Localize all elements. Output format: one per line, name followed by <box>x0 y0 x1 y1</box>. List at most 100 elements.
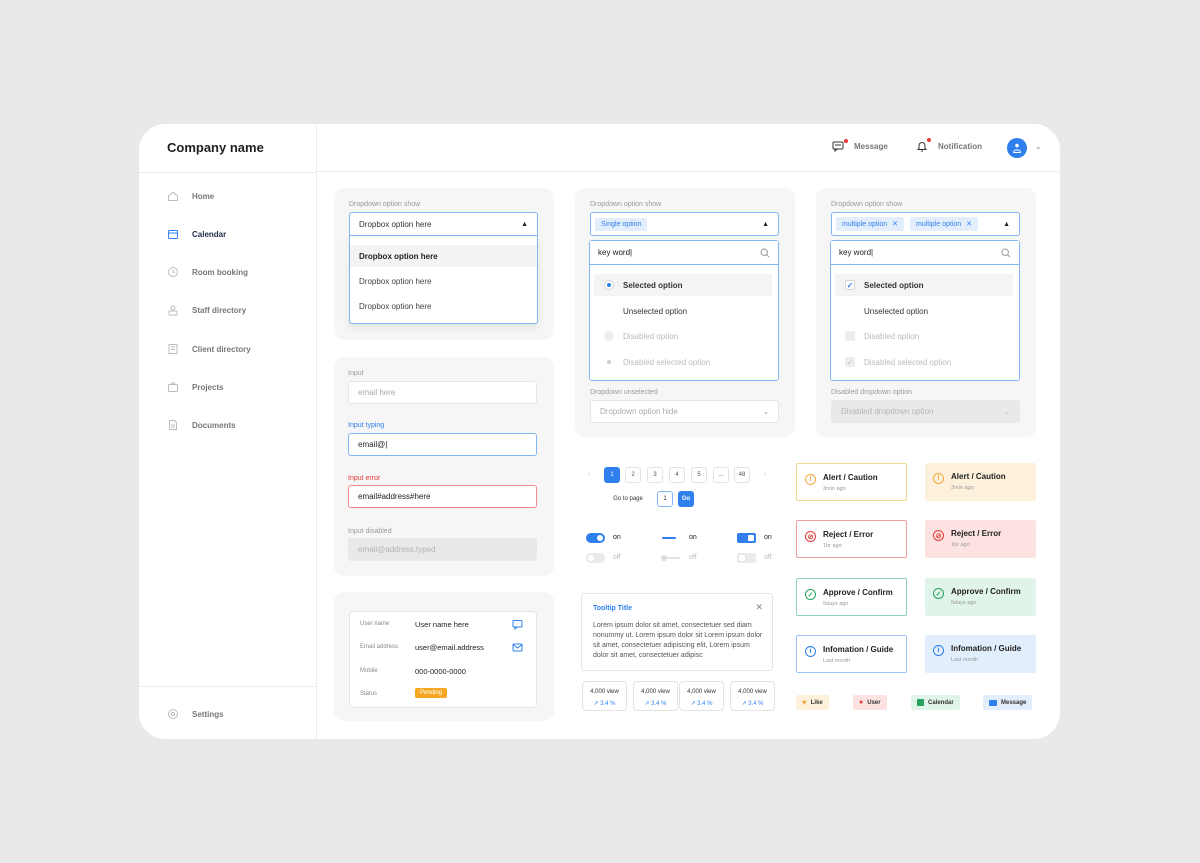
chip-like[interactable]: ♥ Like <box>796 695 829 710</box>
message-label: Message <box>854 141 888 151</box>
email-field-typing[interactable]: email@| <box>348 433 537 456</box>
pagination-next[interactable]: › <box>757 467 773 483</box>
goto-label: Go to page <box>613 496 643 502</box>
message-icon <box>832 141 844 152</box>
heart-icon: ♥ <box>802 698 807 707</box>
page-button[interactable]: 5 <box>691 467 707 483</box>
go-button[interactable]: Go <box>678 491 694 507</box>
app-window: Company name Home Calendar Room booking … <box>139 124 1060 739</box>
chip-message[interactable]: Message <box>983 695 1033 710</box>
checkbox[interactable] <box>845 306 855 316</box>
sidebar-item-calendar[interactable]: Calendar <box>167 226 226 242</box>
close-icon[interactable]: ✕ <box>755 602 763 613</box>
alert-title: Approve / Confirm <box>823 588 893 597</box>
page-button[interactable]: 48 <box>734 467 750 483</box>
sidebar-item-label: Documents <box>192 420 236 430</box>
chip-user[interactable]: ● User <box>853 695 887 710</box>
dropdown-select-closed[interactable]: Dropdown option hide ⌄ <box>590 400 779 423</box>
sidebar-item-home[interactable]: Home <box>167 188 214 204</box>
radio-button[interactable] <box>604 306 614 316</box>
alert-success-filled: ✓ Approve / Confirm 5days ago <box>925 578 1036 616</box>
alert-time: Last month <box>823 658 851 664</box>
radio-option[interactable]: Unselected option <box>594 300 772 322</box>
input-label: Input <box>348 370 364 377</box>
dropdown-placeholder: Dropdown option hide <box>600 407 678 416</box>
detail-value: user@email.address <box>415 643 484 652</box>
toggle-switch-on[interactable] <box>586 533 605 543</box>
sidebar-item-documents[interactable]: Documents <box>167 417 236 433</box>
page-button[interactable]: 2 <box>625 467 641 483</box>
status-badge: Pending <box>415 688 448 698</box>
multi-dropdown-select[interactable]: multiple option ✕ multiple option ✕ ▲ <box>831 212 1020 236</box>
notification-button[interactable]: Notification <box>916 138 982 152</box>
checkbox[interactable]: ✓ <box>845 280 855 290</box>
dropdown-select[interactable]: Dropbox option here ▲ <box>349 212 538 236</box>
radio-button[interactable] <box>604 280 614 290</box>
alert-title: Alert / Caution <box>951 472 1006 481</box>
square-toggle-off[interactable] <box>737 553 756 563</box>
close-icon[interactable]: ✕ <box>966 220 972 228</box>
mail-icon[interactable] <box>512 642 523 653</box>
square-toggle-on[interactable] <box>737 533 756 543</box>
clock-icon <box>168 267 178 277</box>
radio-option-disabled: Disabled option <box>594 325 772 347</box>
sidebar-item-client-directory[interactable]: Client directory <box>167 341 251 357</box>
close-icon[interactable]: ✕ <box>892 220 898 228</box>
avatar[interactable] <box>1007 138 1027 158</box>
option-label: Disabled option <box>623 331 679 341</box>
checkbox-option[interactable]: ✓ Selected option <box>835 274 1013 296</box>
option-label: Selected option <box>864 280 924 290</box>
toggle-switch-off[interactable] <box>586 553 605 563</box>
stat-value: 4,000 view <box>687 689 716 695</box>
company-name: Company name <box>167 140 264 155</box>
dropdown-menu: Dropbox option here Dropbox option here … <box>349 236 538 324</box>
stat-value: 4,000 view <box>641 689 670 695</box>
alert-time: Last month <box>951 657 979 663</box>
dropdown-menu: key word | ✓ Selected option Unselected o… <box>830 240 1020 381</box>
search-input[interactable]: key word | <box>831 241 1019 265</box>
bell-icon <box>916 142 928 152</box>
sidebar-item-staff-directory[interactable]: Staff directory <box>167 302 246 318</box>
single-select-card: Dropdown option show Single option ▲ key… <box>575 188 795 437</box>
option-label: Unselected option <box>864 306 929 316</box>
dropdown-label: Dropdown unselected <box>590 389 658 396</box>
goto-page-input[interactable]: 1 <box>657 491 673 507</box>
stat-change: ↗ 3.4 % <box>741 701 764 707</box>
sidebar-item-projects[interactable]: Projects <box>167 379 224 395</box>
building-icon <box>168 344 178 354</box>
chevron-down-icon[interactable]: ⌄ <box>1035 142 1042 151</box>
checkbox-option[interactable]: Unselected option <box>835 300 1013 322</box>
chevron-down-icon: ⌄ <box>763 408 769 416</box>
search-input[interactable]: key word | <box>590 241 778 265</box>
email-field-error[interactable]: email#address#here <box>348 485 537 508</box>
message-button[interactable]: Message <box>832 139 888 152</box>
chip-calendar[interactable]: Calendar <box>911 695 960 710</box>
input-error-label: Input error <box>348 475 381 482</box>
sidebar-item-room-booking[interactable]: Room booking <box>167 264 248 280</box>
alert-time: 1hr ago <box>951 542 970 548</box>
message-icon[interactable] <box>512 619 523 630</box>
alert-title: Reject / Error <box>823 530 874 539</box>
dropdown-option[interactable]: Dropbox option here <box>350 270 537 292</box>
sidebar: Company name Home Calendar Room booking … <box>139 124 317 739</box>
input-disabled-label: Input disabled <box>348 528 392 535</box>
sidebar-item-settings[interactable]: Settings <box>167 706 224 722</box>
dropdown-option[interactable]: Dropbox option here <box>350 245 537 267</box>
tooltip-title: Tooltip Title <box>593 605 633 612</box>
dropdown-card: Dropdown option show Dropbox option here… <box>334 188 554 340</box>
radio-option[interactable]: Selected option <box>594 274 772 296</box>
dropdown-label: Dropdown option show <box>590 201 662 208</box>
alert-title: Approve / Confirm <box>951 587 1021 596</box>
dropdown-select-disabled: Disabled dropdown option ⌄ <box>831 400 1020 423</box>
line-toggle-off[interactable] <box>661 555 680 561</box>
staff-icon <box>168 305 178 316</box>
stat-change: ↗ 3.4 % <box>644 701 667 707</box>
email-field[interactable]: email here <box>348 381 537 404</box>
pagination-prev[interactable]: ‹ <box>581 467 597 483</box>
page-button[interactable]: 1 <box>604 467 620 483</box>
line-toggle-on[interactable] <box>662 537 676 539</box>
dropdown-option[interactable]: Dropbox option here <box>350 295 537 317</box>
page-button[interactable]: 4 <box>669 467 685 483</box>
page-button[interactable]: 3 <box>647 467 663 483</box>
dropdown-select[interactable]: Single option ▲ <box>590 212 779 236</box>
